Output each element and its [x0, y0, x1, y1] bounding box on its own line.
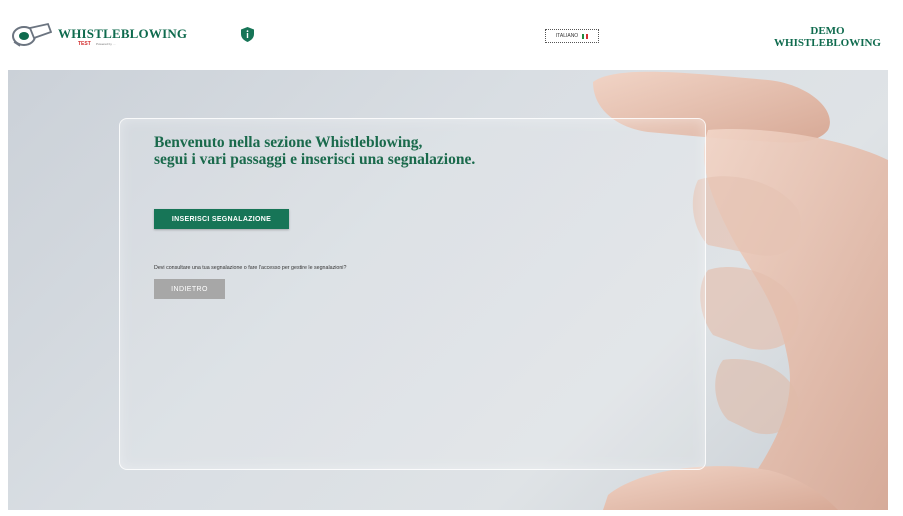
client-name-line2: WHISTLEBLOWING: [774, 37, 881, 49]
access-question-text: Devi consultare una tua segnalazione o f…: [154, 265, 347, 271]
hero-section: Benvenuto nella sezione Whistleblowing, …: [8, 70, 888, 510]
language-selector[interactable]: ITALIANO: [545, 29, 599, 43]
client-name-line1: DEMO: [810, 25, 845, 37]
whistle-logo-icon: [12, 22, 52, 47]
back-button[interactable]: INDIETRO: [154, 279, 225, 299]
welcome-line-1: Benvenuto nella sezione Whistleblowing,: [154, 134, 423, 151]
logo-subtitle: TEST: [78, 41, 91, 47]
italian-flag-icon: [582, 33, 589, 39]
submit-report-button[interactable]: INSERISCI SEGNALAZIONE: [154, 209, 289, 229]
client-name: DEMO WHISTLEBLOWING: [774, 25, 881, 49]
brand-logo[interactable]: WHISTLEBLOWING TEST Powered by …: [10, 22, 187, 56]
shield-info-icon[interactable]: [241, 27, 254, 42]
language-label: ITALIANO: [555, 33, 579, 39]
welcome-title: Benvenuto nella sezione Whistleblowing, …: [154, 134, 475, 168]
logo-title: WHISTLEBLOWING: [58, 26, 188, 41]
logo-powered-by: Powered by …: [96, 42, 116, 46]
top-header: WHISTLEBLOWING TEST Powered by … ITALIAN…: [0, 0, 903, 70]
welcome-line-2: segui i vari passaggi e inserisci una se…: [154, 151, 476, 168]
